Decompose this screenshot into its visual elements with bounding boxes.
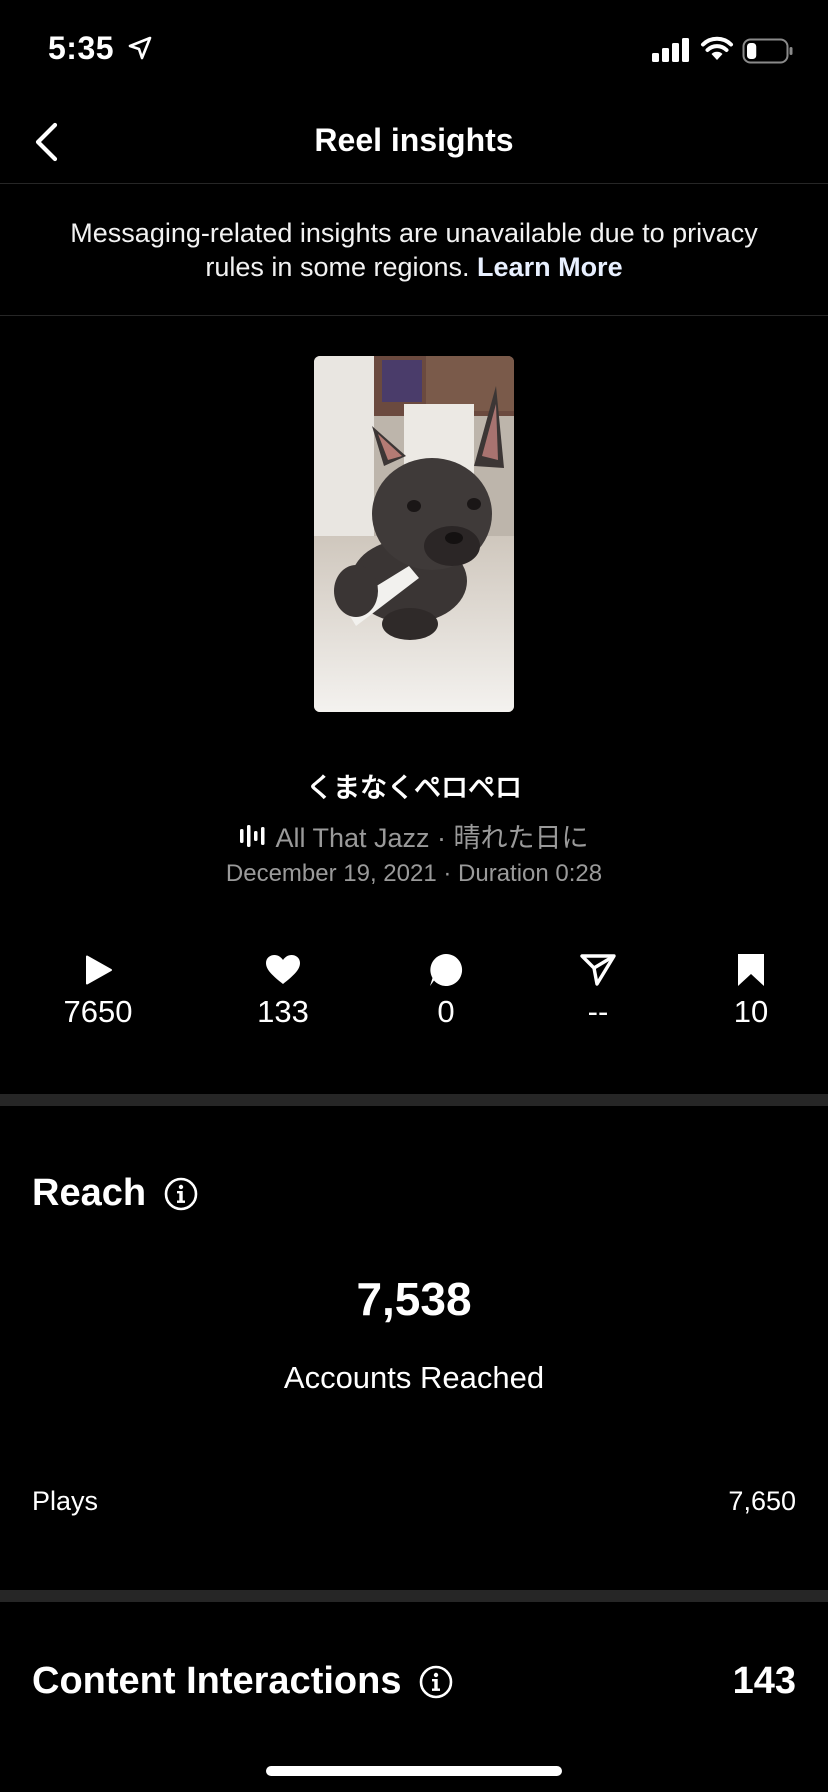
info-icon[interactable] <box>164 1177 198 1211</box>
likes-count: 133 <box>257 994 309 1029</box>
stat-shares: -- <box>528 950 668 1030</box>
location-arrow-icon <box>128 36 152 65</box>
stat-comments: 0 <box>376 950 516 1030</box>
section-divider <box>0 1590 828 1602</box>
content-interactions-header: Content Interactions <box>32 1660 453 1703</box>
section-divider <box>0 1094 828 1106</box>
stat-plays: 7650 <box>28 950 168 1030</box>
saves-count: 10 <box>733 994 769 1029</box>
engagement-stats: 7650 133 0 -- 10 <box>0 950 828 1040</box>
audio-info[interactable]: All That Jazz · 晴れた日に <box>0 816 828 855</box>
accounts-reached-value: 7,538 <box>356 1273 472 1325</box>
audio-track-label: All That Jazz · 晴れた日に <box>275 823 589 853</box>
wifi-icon <box>700 36 734 67</box>
plays-row: Plays 7,650 <box>32 1486 796 1517</box>
info-icon[interactable] <box>419 1665 453 1699</box>
stat-saves: 10 <box>681 950 821 1030</box>
reel-date-duration: December 19, 2021 · Duration 0:28 <box>225 860 603 887</box>
audio-waveform-icon <box>240 824 265 847</box>
heart-icon <box>266 955 300 984</box>
play-icon <box>86 955 112 985</box>
reach-title: Reach <box>32 1172 147 1214</box>
accounts-reached-label: Accounts Reached <box>283 1360 545 1395</box>
shares-count: -- <box>587 994 609 1029</box>
content-interactions-value: 143 <box>732 1660 796 1702</box>
status-time: 5:35 <box>48 30 115 66</box>
reach-header: Reach <box>32 1172 198 1215</box>
home-indicator[interactable] <box>266 1766 562 1776</box>
navigation-header: Reel insights <box>0 100 828 184</box>
plays-value: 7,650 <box>728 1486 796 1516</box>
comment-icon <box>430 953 463 986</box>
notice-text: Messaging-related insights are unavailab… <box>70 217 758 282</box>
reel-thumbnail[interactable] <box>314 356 514 712</box>
reel-caption: くまなくペロペロ <box>306 773 522 803</box>
status-bar: 5:35 <box>0 0 828 100</box>
battery-icon <box>742 38 794 69</box>
content-interactions-title: Content Interactions <box>32 1660 402 1702</box>
stat-likes: 133 <box>213 950 353 1030</box>
privacy-notice: Messaging-related insights are unavailab… <box>0 184 828 316</box>
plays-count: 7650 <box>63 994 133 1029</box>
bookmark-icon <box>738 954 764 986</box>
plays-label: Plays <box>32 1486 99 1516</box>
share-icon <box>580 954 616 986</box>
comments-count: 0 <box>437 994 455 1029</box>
cellular-signal-icon <box>652 38 690 67</box>
learn-more-link[interactable]: Learn More <box>477 252 623 282</box>
page-title: Reel insights <box>314 122 514 158</box>
